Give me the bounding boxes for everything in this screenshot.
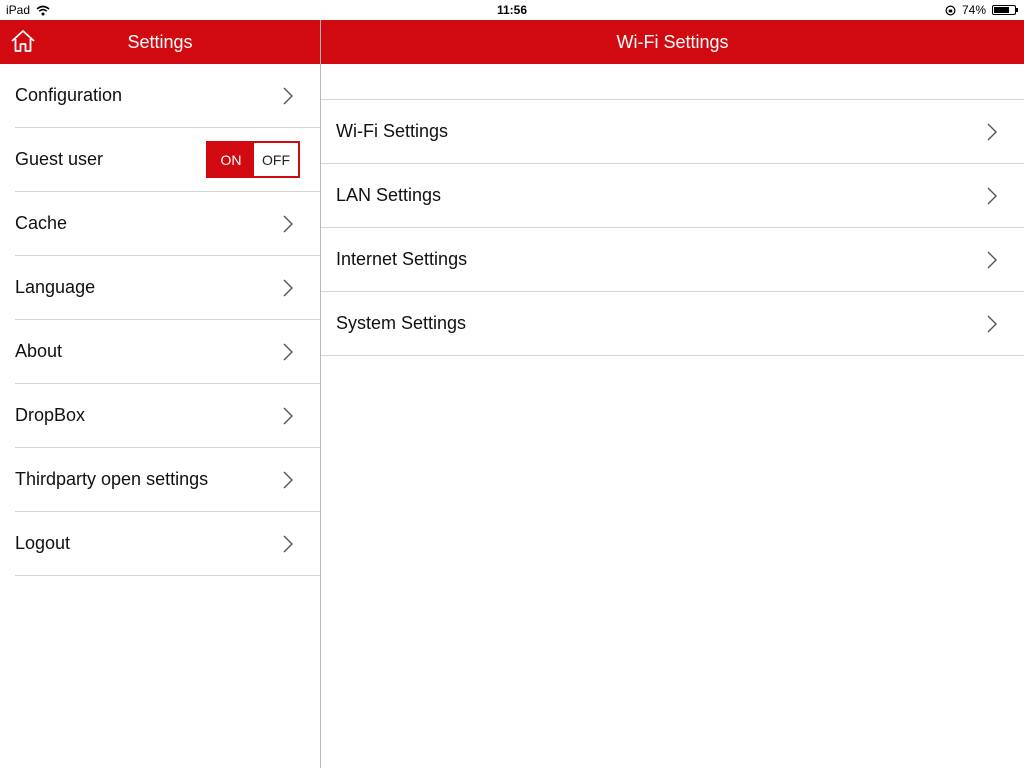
settings-menu: Configuration Guest user ON OFF Cache La… — [0, 64, 320, 576]
menu-item-label: Thirdparty open settings — [15, 469, 209, 489]
menu-item-about[interactable]: About — [15, 320, 320, 384]
menu-item-label: About — [15, 341, 63, 361]
menu-item-label: Internet Settings — [336, 249, 468, 269]
battery-icon — [992, 5, 1018, 15]
menu-item-label: Configuration — [15, 85, 123, 105]
menu-item-system-settings[interactable]: System Settings — [321, 292, 1024, 356]
status-bar: iPad 11:56 74% — [0, 0, 1024, 20]
chevron-right-icon — [283, 279, 293, 297]
menu-item-internet-settings[interactable]: Internet Settings — [321, 228, 1024, 292]
menu-item-dropbox[interactable]: DropBox — [15, 384, 320, 448]
home-icon[interactable] — [10, 28, 36, 54]
chevron-right-icon — [283, 215, 293, 233]
list-top-spacer — [321, 64, 1024, 100]
menu-item-label: System Settings — [336, 313, 467, 333]
menu-item-language[interactable]: Language — [15, 256, 320, 320]
settings-header: Settings — [0, 20, 320, 64]
rotation-lock-icon — [945, 4, 956, 16]
menu-item-label: Logout — [15, 533, 71, 553]
settings-title: Settings — [127, 31, 193, 52]
menu-item-cache[interactable]: Cache — [15, 192, 320, 256]
menu-item-label: Language — [15, 277, 96, 297]
chevron-right-icon — [987, 123, 997, 141]
menu-item-wifi-settings[interactable]: Wi-Fi Settings — [321, 100, 1024, 164]
menu-item-label: DropBox — [15, 405, 86, 425]
battery-percent: 74% — [961, 3, 986, 17]
toggle-off-option[interactable]: OFF — [254, 143, 298, 176]
status-time: 11:56 — [496, 3, 528, 17]
chevron-right-icon — [283, 471, 293, 489]
menu-item-label: LAN Settings — [336, 185, 442, 205]
toggle-on-option[interactable]: ON — [208, 143, 254, 176]
chevron-right-icon — [283, 407, 293, 425]
chevron-right-icon — [987, 251, 997, 269]
wifi-settings-menu: Wi-Fi Settings LAN Settings Internet Set… — [321, 64, 1024, 356]
chevron-right-icon — [987, 315, 997, 333]
menu-item-logout[interactable]: Logout — [15, 512, 320, 576]
chevron-right-icon — [987, 187, 997, 205]
status-right: 74% — [945, 3, 1018, 17]
menu-item-configuration[interactable]: Configuration — [15, 64, 320, 128]
menu-item-thirdparty[interactable]: Thirdparty open settings — [15, 448, 320, 512]
detail-header: Wi-Fi Settings — [321, 20, 1024, 64]
chevron-right-icon — [283, 343, 293, 361]
chevron-right-icon — [283, 87, 293, 105]
menu-item-label: Cache — [15, 213, 68, 233]
detail-title: Wi-Fi Settings — [616, 31, 729, 52]
menu-item-lan-settings[interactable]: LAN Settings — [321, 164, 1024, 228]
menu-item-guest-user: Guest user ON OFF — [15, 128, 320, 192]
chevron-right-icon — [283, 535, 293, 553]
menu-item-label: Wi-Fi Settings — [336, 121, 449, 141]
guest-user-toggle[interactable]: ON OFF — [206, 141, 300, 178]
